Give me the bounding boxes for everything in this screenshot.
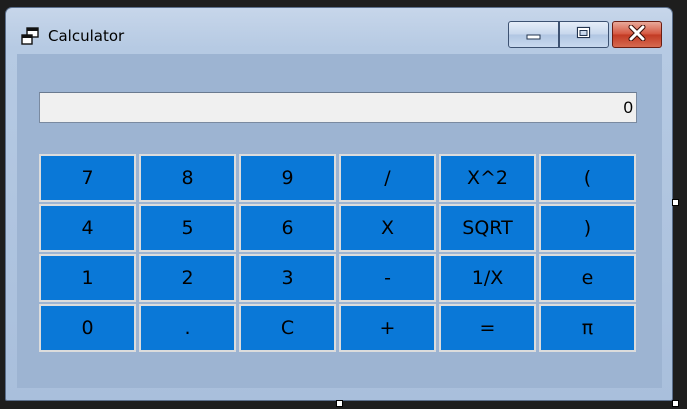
key-decimal-button[interactable]: . bbox=[139, 304, 236, 352]
key-clear-button[interactable]: C bbox=[239, 304, 336, 352]
key-open-paren-button[interactable]: ( bbox=[539, 154, 636, 202]
key-9-button[interactable]: 9 bbox=[239, 154, 336, 202]
resize-grip-right[interactable] bbox=[672, 199, 679, 206]
key-4-button[interactable]: 4 bbox=[39, 204, 136, 252]
minimize-button[interactable] bbox=[508, 21, 559, 48]
key-sqrt-button[interactable]: SQRT bbox=[439, 204, 536, 252]
key-e-button[interactable]: e bbox=[539, 254, 636, 302]
resize-grip-bottom[interactable] bbox=[336, 400, 343, 407]
calculator-window: Calculator 0 7 8 9 / X^2 (4 5 6 X SQRT … bbox=[5, 7, 673, 401]
key-0-button[interactable]: 0 bbox=[39, 304, 136, 352]
result-display[interactable]: 0 bbox=[39, 92, 637, 123]
maximize-button[interactable] bbox=[559, 21, 609, 48]
maximize-icon bbox=[576, 25, 592, 44]
close-icon bbox=[628, 24, 646, 45]
key-equals-button[interactable]: = bbox=[439, 304, 536, 352]
key-7-button[interactable]: 7 bbox=[39, 154, 136, 202]
key-6-button[interactable]: 6 bbox=[239, 204, 336, 252]
app-window-icon bbox=[21, 27, 39, 45]
key-1-button[interactable]: 1 bbox=[39, 254, 136, 302]
resize-grip-corner[interactable] bbox=[672, 400, 679, 407]
key-square-button[interactable]: X^2 bbox=[439, 154, 536, 202]
window-title: Calculator bbox=[48, 27, 125, 45]
close-button[interactable] bbox=[612, 21, 662, 48]
key-reciprocal-button[interactable]: 1/X bbox=[439, 254, 536, 302]
minimize-icon bbox=[526, 25, 542, 44]
key-5-button[interactable]: 5 bbox=[139, 204, 236, 252]
key-subtract-button[interactable]: - bbox=[339, 254, 436, 302]
calculator-client-area: 0 7 8 9/X^2(4 5 6 X SQRT) 1 2 3-1/X e 0. C + = π bbox=[17, 54, 662, 388]
key-multiply-button[interactable]: X bbox=[339, 204, 436, 252]
key-close-paren-button[interactable]: ) bbox=[539, 204, 636, 252]
title-bar[interactable]: Calculator bbox=[6, 8, 672, 54]
key-8-button[interactable]: 8 bbox=[139, 154, 236, 202]
key-pi-button[interactable]: π bbox=[539, 304, 636, 352]
key-add-button[interactable]: + bbox=[339, 304, 436, 352]
key-3-button[interactable]: 3 bbox=[239, 254, 336, 302]
key-divide-button[interactable]: / bbox=[339, 154, 436, 202]
key-2-button[interactable]: 2 bbox=[139, 254, 236, 302]
